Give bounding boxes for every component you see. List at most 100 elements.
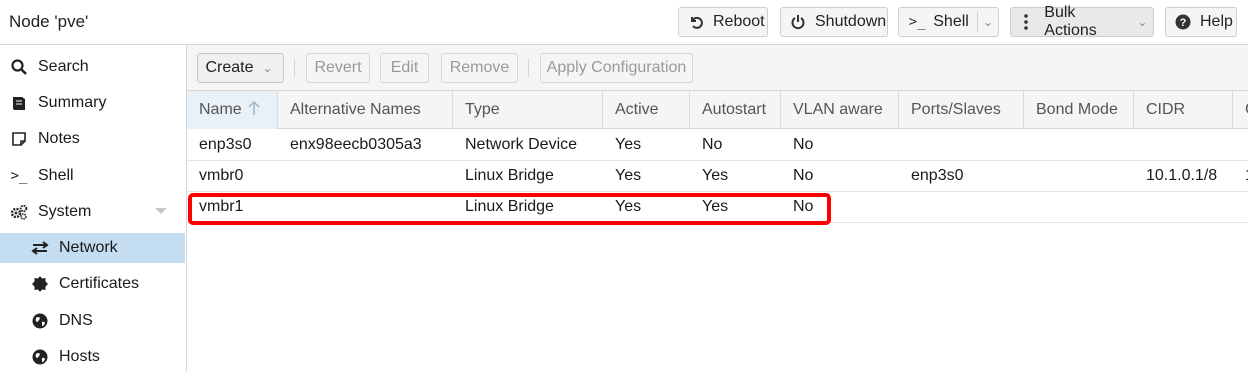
cell-alt-names: [278, 161, 290, 191]
column-header-cidr[interactable]: CIDR: [1134, 91, 1233, 129]
sidebar-item-dns[interactable]: DNS: [0, 306, 185, 336]
column-header-bond-mode[interactable]: Bond Mode: [1024, 91, 1134, 129]
cell-gateway: [1233, 130, 1245, 160]
sidebar-item-network[interactable]: Network: [0, 233, 185, 263]
chevron-down-icon: ⌄: [1137, 15, 1148, 29]
gears-icon: [9, 204, 29, 220]
cell-active: Yes: [615, 167, 642, 184]
cell-type: Linux Bridge: [465, 198, 554, 215]
globe-icon: [30, 313, 50, 329]
table-row[interactable]: vmbr0 Linux Bridge Yes Yes No enp3s0 10.…: [187, 161, 1248, 192]
sidebar-item-hosts[interactable]: Hosts: [0, 342, 185, 372]
node-sidebar: Search Summary Notes >_ Shell System Net…: [0, 45, 187, 372]
cell-autostart: Yes: [702, 167, 729, 184]
note-icon: [9, 131, 29, 147]
network-toolbar: Create ⌄ Revert Edit Remove Apply Config…: [187, 45, 1248, 91]
column-header-label: Ports/Slaves: [911, 101, 1001, 118]
sidebar-item-label: Search: [38, 58, 89, 75]
shutdown-label: Shutdown: [815, 13, 887, 30]
apply-configuration-label: Apply Configuration: [546, 59, 687, 76]
column-header-label: Name: [199, 101, 242, 118]
cell-cidr: [1134, 192, 1146, 222]
sidebar-item-label: System: [38, 203, 92, 220]
create-button[interactable]: Create ⌄: [197, 53, 284, 83]
cell-name: vmbr0: [199, 167, 244, 184]
chevron-down-icon[interactable]: ⌄: [978, 15, 998, 29]
cell-alt-names: enx98eecb0305a3: [290, 136, 422, 153]
reboot-button[interactable]: Reboot: [678, 7, 768, 37]
revert-label: Revert: [314, 59, 362, 76]
exchange-icon: [30, 241, 50, 255]
column-header-label: Alternative Names: [290, 101, 421, 118]
column-header-label: VLAN aware: [793, 101, 883, 118]
question-circle-icon: ?: [1174, 13, 1192, 31]
grid-header: Name Alternative Names Type Active Autos…: [187, 91, 1248, 129]
table-row[interactable]: vmbr1 Linux Bridge Yes Yes No: [187, 192, 1248, 223]
sidebar-item-search[interactable]: Search: [0, 52, 185, 82]
column-header-vlan-aware[interactable]: VLAN aware: [781, 91, 899, 129]
create-label: Create: [205, 59, 254, 76]
column-header-active[interactable]: Active: [603, 91, 690, 129]
column-header-label: Type: [465, 101, 500, 118]
sidebar-item-certificates[interactable]: Certificates: [0, 269, 185, 299]
column-header-label: CIDR: [1146, 101, 1186, 118]
cell-autostart: No: [702, 136, 723, 153]
search-icon: [9, 59, 29, 75]
cell-name: enp3s0: [199, 136, 252, 153]
sidebar-item-label: Shell: [38, 167, 74, 184]
shell-label: Shell: [933, 13, 969, 30]
sidebar-item-label: Hosts: [59, 348, 100, 365]
sort-ascending-icon: [248, 100, 260, 121]
help-label: Help: [1200, 13, 1233, 30]
cell-bond-mode: [1024, 130, 1036, 160]
column-header-type[interactable]: Type: [453, 91, 603, 129]
remove-label: Remove: [449, 59, 510, 76]
certificate-icon: [30, 276, 50, 292]
toolbar-separator: [528, 59, 529, 77]
column-header-gateway[interactable]: G: [1233, 91, 1248, 129]
chevron-down-icon[interactable]: [155, 208, 167, 214]
column-header-autostart[interactable]: Autostart: [690, 91, 781, 129]
ellipsis-vertical-icon: [1017, 13, 1034, 31]
cell-ports: enp3s0: [911, 167, 964, 184]
help-button[interactable]: ? Help: [1165, 7, 1237, 37]
cell-active: Yes: [615, 198, 642, 215]
toolbar-separator: [294, 59, 295, 77]
sidebar-item-summary[interactable]: Summary: [0, 88, 185, 118]
cell-gateway: [1233, 192, 1245, 222]
undo-icon: [687, 13, 705, 31]
reboot-label: Reboot: [713, 13, 765, 30]
edit-label: Edit: [390, 59, 419, 76]
network-grid: Name Alternative Names Type Active Autos…: [187, 91, 1248, 372]
book-icon: [9, 95, 29, 111]
cell-vlan-aware: No: [793, 198, 814, 215]
table-row[interactable]: enp3s0 enx98eecb0305a3 Network Device Ye…: [187, 130, 1248, 161]
revert-button[interactable]: Revert: [306, 53, 370, 83]
cell-active: Yes: [615, 136, 642, 153]
sidebar-item-notes[interactable]: Notes: [0, 124, 185, 154]
node-title: Node 'pve': [9, 12, 89, 31]
cell-cidr: [1134, 130, 1146, 160]
sidebar-item-label: DNS: [59, 312, 93, 329]
shell-split-button[interactable]: >_ Shell ⌄: [898, 7, 999, 37]
column-header-label: Autostart: [702, 101, 767, 118]
globe-icon: [30, 349, 50, 365]
column-header-name[interactable]: Name: [187, 91, 278, 129]
cell-autostart: Yes: [702, 198, 729, 215]
sidebar-item-label: Network: [59, 239, 118, 256]
edit-button[interactable]: Edit: [380, 53, 429, 83]
svg-text:?: ?: [1180, 17, 1187, 29]
sidebar-item-shell[interactable]: >_ Shell: [0, 161, 185, 191]
remove-button[interactable]: Remove: [441, 53, 518, 83]
bulk-actions-button[interactable]: Bulk Actions ⌄: [1010, 4, 1154, 39]
column-header-alternative-names[interactable]: Alternative Names: [278, 91, 453, 129]
cell-bond-mode: [1024, 161, 1036, 191]
terminal-icon: >_: [10, 168, 28, 184]
shutdown-button[interactable]: Shutdown: [780, 7, 888, 37]
cell-ports: [899, 130, 911, 160]
sidebar-item-system[interactable]: System: [0, 197, 185, 227]
cell-type: Linux Bridge: [465, 167, 554, 184]
column-header-ports-slaves[interactable]: Ports/Slaves: [899, 91, 1024, 129]
sidebar-item-label: Notes: [38, 130, 80, 147]
apply-configuration-button[interactable]: Apply Configuration: [540, 53, 693, 83]
